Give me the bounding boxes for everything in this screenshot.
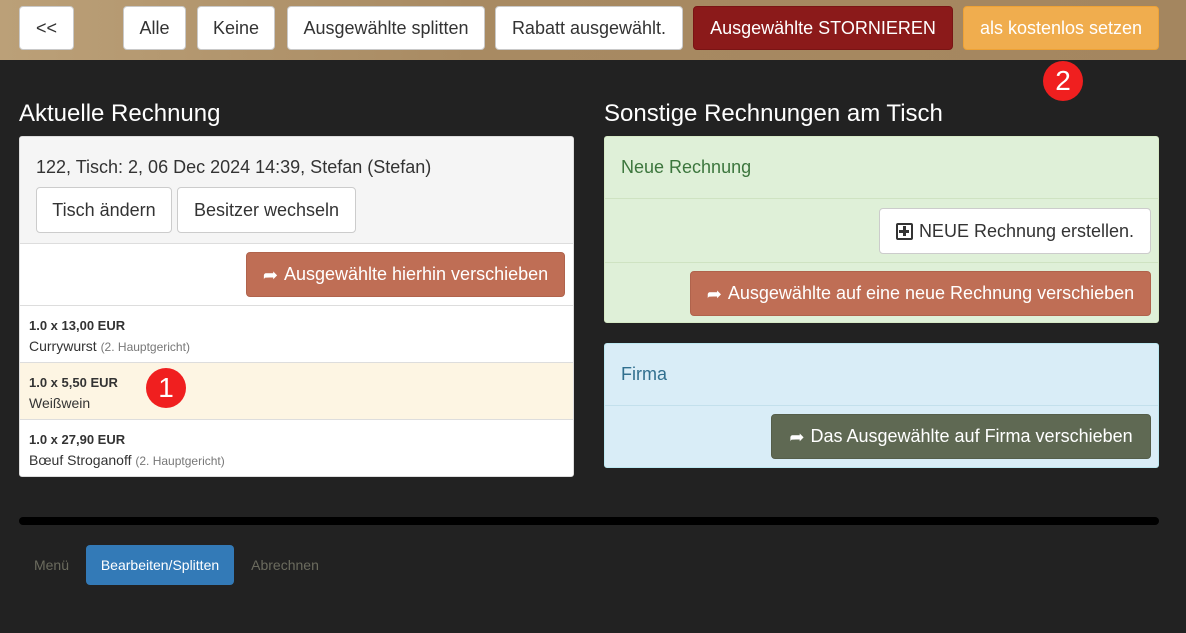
select-none-button[interactable]: Keine bbox=[197, 6, 275, 50]
item-note: (2. Hauptgericht) bbox=[135, 454, 225, 468]
share-icon: ➦ bbox=[706, 283, 722, 304]
move-here-button[interactable]: ➦ Ausgewählte hierhin verschieben bbox=[246, 252, 565, 297]
item-name: Bœuf Stroganoff bbox=[29, 452, 132, 468]
item-name-line: Currywurst (2. Hauptgericht) bbox=[29, 338, 190, 354]
item-name-line: Weißwein bbox=[29, 395, 90, 411]
current-bill-heading: Aktuelle Rechnung bbox=[19, 100, 221, 127]
new-bill-title: Neue Rechnung bbox=[621, 157, 752, 177]
create-new-bill-button[interactable]: NEUE Rechnung erstellen. bbox=[879, 208, 1151, 254]
item-qty: 1.0 x 27,90 EUR bbox=[29, 432, 126, 447]
cancel-selected-button[interactable]: Ausgewählte STORNIEREN bbox=[693, 6, 953, 50]
top-toolbar: << Alle Keine Ausgewählte splitten Rabat… bbox=[0, 0, 1186, 60]
split-selected-button[interactable]: Ausgewählte splitten bbox=[287, 6, 485, 50]
create-new-bill-label: NEUE Rechnung erstellen. bbox=[918, 220, 1135, 241]
move-to-new-bill-button[interactable]: ➦ Ausgewählte auf eine neue Rechnung ver… bbox=[690, 271, 1151, 316]
item-note: (2. Hauptgericht) bbox=[100, 340, 190, 354]
item-qty: 1.0 x 13,00 EUR bbox=[29, 318, 126, 333]
set-free-button[interactable]: als kostenlos setzen bbox=[963, 6, 1159, 50]
tab-menu[interactable]: Menü bbox=[19, 545, 84, 585]
other-bills-heading: Sonstige Rechnungen am Tisch bbox=[604, 100, 943, 127]
change-table-button[interactable]: Tisch ändern bbox=[36, 187, 172, 233]
item-name-line: Bœuf Stroganoff (2. Hauptgericht) bbox=[29, 452, 225, 468]
move-to-company-button[interactable]: ➦ Das Ausgewählte auf Firma verschieben bbox=[771, 414, 1151, 459]
company-title: Firma bbox=[621, 364, 667, 384]
bill-info: 122, Tisch: 2, 06 Dec 2024 14:39, Stefan… bbox=[36, 157, 432, 177]
select-all-button[interactable]: Alle bbox=[123, 6, 186, 50]
change-owner-button[interactable]: Besitzer wechseln bbox=[177, 187, 356, 233]
list-item-selected[interactable]: 1.0 x 5,50 EUR Weißwein bbox=[20, 363, 573, 420]
step-badge-2: 2 bbox=[1043, 61, 1083, 101]
move-here-label: Ausgewählte hierhin verschieben bbox=[283, 264, 549, 284]
list-item[interactable]: 1.0 x 13,00 EUR Currywurst (2. Hauptgeri… bbox=[20, 306, 573, 363]
discount-selected-button[interactable]: Rabatt ausgewählt. bbox=[495, 6, 683, 50]
item-qty: 1.0 x 5,50 EUR bbox=[29, 375, 118, 390]
move-here-row: ➦ Ausgewählte hierhin verschieben bbox=[20, 244, 573, 306]
divider-line bbox=[605, 262, 1158, 263]
current-bill-panel: 122, Tisch: 2, 06 Dec 2024 14:39, Stefan… bbox=[19, 136, 574, 477]
item-name: Weißwein bbox=[29, 395, 91, 411]
tab-edit-split[interactable]: Bearbeiten/Splitten bbox=[86, 545, 234, 585]
move-to-company-label: Das Ausgewählte auf Firma verschieben bbox=[810, 426, 1133, 446]
section-divider bbox=[19, 517, 1159, 525]
new-bill-panel: Neue Rechnung NEUE Rechnung erstellen. ➦… bbox=[604, 136, 1159, 323]
list-item[interactable]: 1.0 x 27,90 EUR Bœuf Stroganoff (2. Haup… bbox=[20, 420, 573, 476]
divider-line bbox=[605, 198, 1158, 199]
share-icon: ➦ bbox=[262, 264, 278, 285]
step-badge-1: 1 bbox=[146, 368, 186, 408]
tab-checkout[interactable]: Abrechnen bbox=[238, 545, 332, 585]
company-panel: Firma ➦ Das Ausgewählte auf Firma versch… bbox=[604, 343, 1159, 468]
plus-square-icon bbox=[895, 222, 913, 240]
back-button[interactable]: << bbox=[19, 6, 74, 50]
bill-header: 122, Tisch: 2, 06 Dec 2024 14:39, Stefan… bbox=[20, 137, 573, 244]
share-icon: ➦ bbox=[789, 426, 805, 447]
divider-line bbox=[605, 405, 1158, 406]
move-to-new-bill-label: Ausgewählte auf eine neue Rechnung versc… bbox=[727, 283, 1135, 303]
item-name: Currywurst bbox=[29, 338, 97, 354]
